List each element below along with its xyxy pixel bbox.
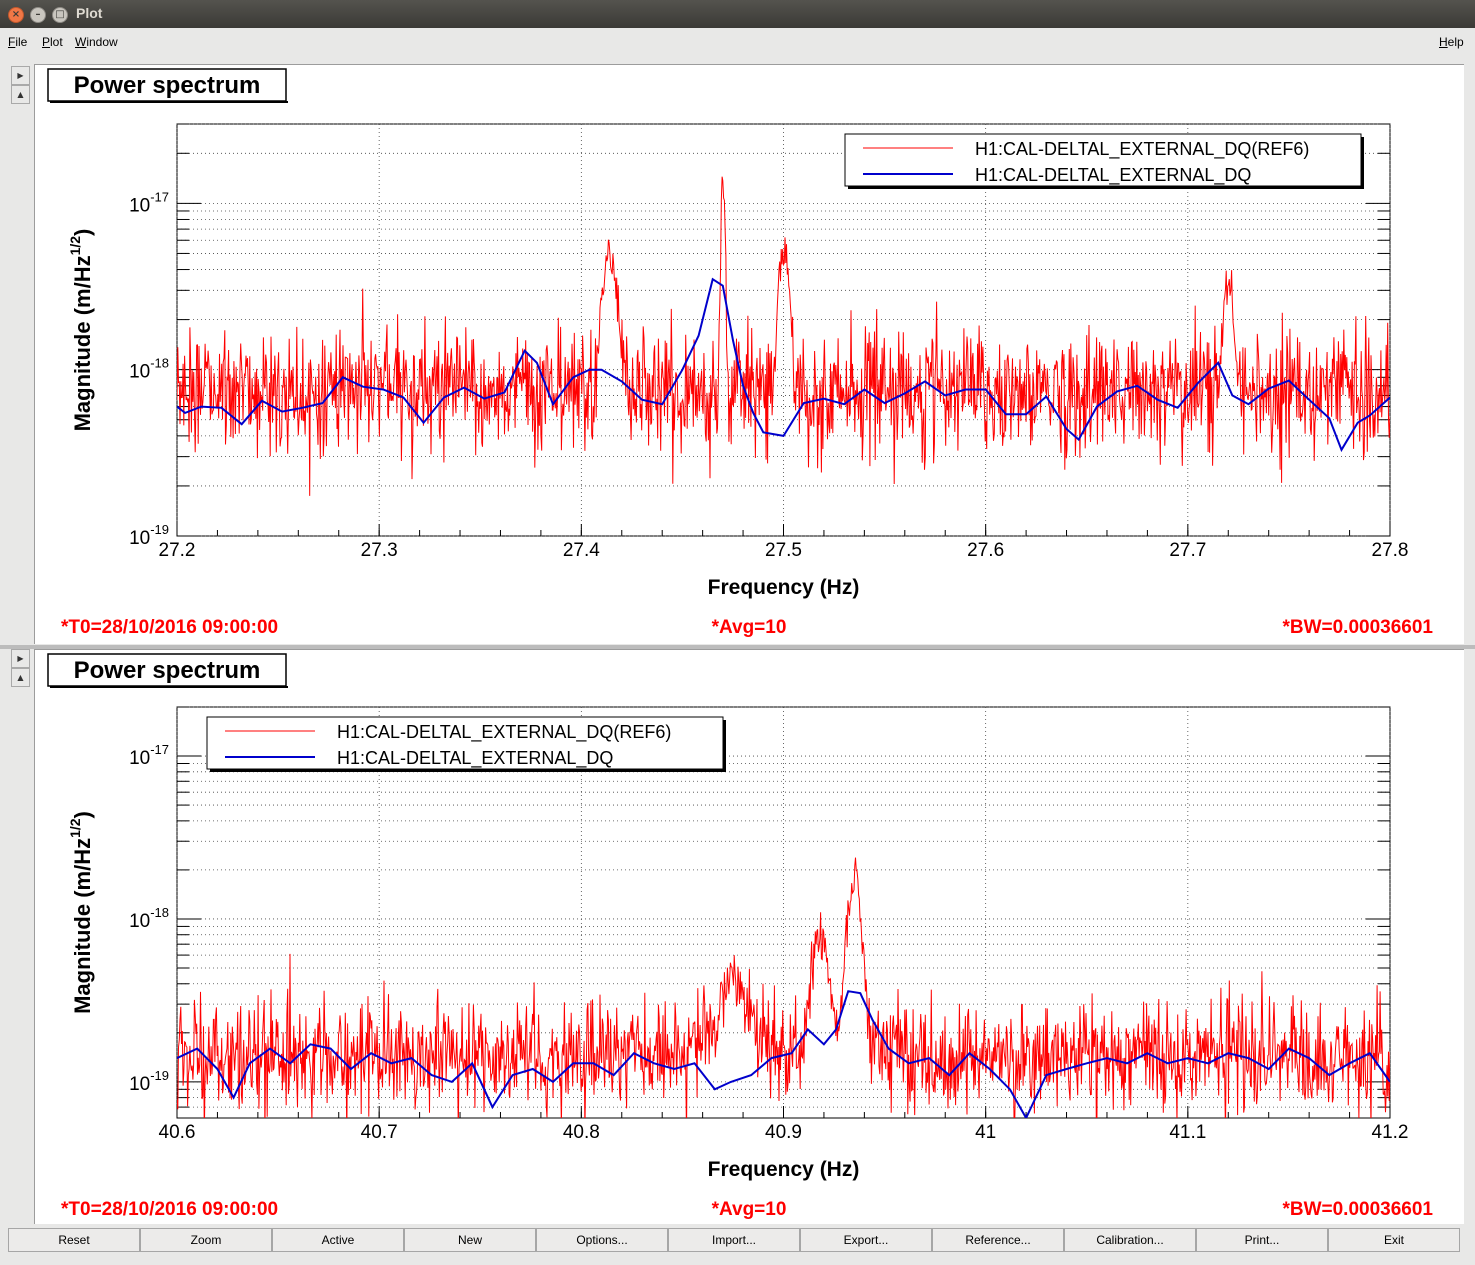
info-avg: *Avg=10 [712,617,787,638]
menu-plot[interactable]: Plot [42,35,63,49]
toolbar-button-active[interactable]: Active [272,1228,404,1252]
x-axis-label: Frequency (Hz) [708,576,860,599]
y-axis-label: Magnitude (m/Hz1/2) [67,229,95,432]
menu-help[interactable]: Help [1439,35,1464,49]
y-tick-exponent: -17 [150,189,169,204]
spectrum-chart-1[interactable]: Power spectrum 27.2 27.3 27.4 27.5 27.6 27.7 27… [35,65,1464,644]
collapse-pane-1-button[interactable]: ▲ [11,85,30,104]
y-tick-exponent: -19 [150,522,169,537]
toolbar-button-import[interactable]: Import... [668,1228,800,1252]
legend-entry: H1:CAL-DELTAL_EXTERNAL_DQ [337,748,613,769]
minimize-icon[interactable]: – [30,7,46,23]
y-axis-label: Magnitude (m/Hz1/2) [67,811,95,1014]
y-tick-label: 10-17 [129,742,169,769]
y-axis-label-end: ) [70,811,95,818]
y-axis-label-text: Magnitude (m/Hz [70,838,95,1014]
info-t0: *T0=28/10/2016 09:00:00 [61,1199,278,1220]
plot-title: Power spectrum [74,657,261,684]
toolbar-button-reference[interactable]: Reference... [932,1228,1064,1252]
menu-file[interactable]: File [8,35,27,49]
info-t0: *T0=28/10/2016 09:00:00 [61,617,278,638]
legend-entry: H1:CAL-DELTAL_EXTERNAL_DQ [975,165,1251,186]
y-tick-exponent: -18 [150,356,169,371]
legend-entry: H1:CAL-DELTAL_EXTERNAL_DQ(REF6) [337,722,671,743]
y-tick-exponent: -17 [150,742,169,757]
x-tick-label: 27.8 [1372,540,1409,561]
y-tick-base: 10 [129,1074,150,1095]
plot-title: Power spectrum [74,72,261,99]
y-tick-label: 10-18 [129,356,169,383]
info-bw: *BW=0.00036601 [1282,1199,1433,1220]
x-tick-label: 41 [975,1122,996,1143]
x-tick-label: 40.6 [159,1122,196,1143]
toolbar-button-options[interactable]: Options... [536,1228,668,1252]
x-tick-label: 27.2 [159,540,196,561]
toolbar-button-reset[interactable]: Reset [8,1228,140,1252]
toolbar-button-zoom[interactable]: Zoom [140,1228,272,1252]
legend-entry: H1:CAL-DELTAL_EXTERNAL_DQ(REF6) [975,139,1309,160]
x-tick-label: 27.6 [967,540,1004,561]
close-icon[interactable]: × [8,7,24,23]
window-title: Plot [76,5,103,21]
menu-window[interactable]: Window [75,35,118,49]
info-bw: *BW=0.00036601 [1282,617,1433,638]
plot-pane-1[interactable]: Power spectrum 27.2 27.3 27.4 27.5 27.6 27.7 27… [34,64,1464,644]
y-tick-base: 10 [129,911,150,932]
triangle-right-icon: ▶ [17,654,24,663]
maximize-icon[interactable]: □ [52,7,68,23]
toolbar-button-print[interactable]: Print... [1196,1228,1328,1252]
triangle-up-icon: ▲ [17,90,24,99]
x-tick-label: 40.9 [765,1122,802,1143]
y-tick-label: 10-17 [129,189,169,216]
plot-pane-2[interactable]: Power spectrum 40.6 40.7 40.8 40.9 41 41.1 41.2… [34,649,1464,1224]
y-tick-base: 10 [129,195,150,216]
y-tick-exponent: -19 [150,1068,169,1083]
y-axis-label-superscript: 1/2 [67,818,83,838]
plot-title-shadow [50,686,288,688]
expand-pane-2-button[interactable]: ▶ [11,649,30,668]
bottom-toolbar: Reset Zoom Active New Options... Import... Exp… [8,1228,1468,1252]
y-axis-label-text: Magnitude (m/Hz [70,255,95,431]
expand-pane-1-button[interactable]: ▶ [11,66,30,85]
x-tick-label: 27.4 [563,540,600,561]
x-tick-label: 40.7 [361,1122,398,1143]
x-tick-label: 40.8 [563,1122,600,1143]
y-axis-label-superscript: 1/2 [67,236,83,256]
y-tick-base: 10 [129,362,150,383]
window-titlebar: × – □ Plot [0,0,1475,28]
x-tick-label: 41.2 [1372,1122,1409,1143]
x-tick-label: 27.5 [765,540,802,561]
toolbar-button-new[interactable]: New [404,1228,536,1252]
x-tick-label: 27.7 [1169,540,1206,561]
y-tick-base: 10 [129,528,150,549]
plot-title-shadow [50,101,288,103]
y-axis-label-end: ) [70,229,95,236]
x-tick-label: 41.1 [1169,1122,1206,1143]
y-tick-label: 10-19 [129,1068,169,1095]
collapse-pane-2-button[interactable]: ▲ [11,668,30,687]
menu-bar: File Plot Window Help [0,28,1475,54]
y-tick-base: 10 [129,748,150,769]
y-tick-label: 10-18 [129,905,169,932]
toolbar-button-export[interactable]: Export... [800,1228,932,1252]
triangle-up-icon: ▲ [17,673,24,682]
triangle-right-icon: ▶ [17,71,24,80]
y-tick-exponent: -18 [150,905,169,920]
x-tick-label: 27.3 [361,540,398,561]
spectrum-chart-2[interactable]: Power spectrum 40.6 40.7 40.8 40.9 41 41.1 41.2… [35,650,1464,1224]
info-avg: *Avg=10 [712,1199,787,1220]
toolbar-button-calibration[interactable]: Calibration... [1064,1228,1196,1252]
x-axis-label: Frequency (Hz) [708,1158,860,1181]
toolbar-button-exit[interactable]: Exit [1328,1228,1460,1252]
